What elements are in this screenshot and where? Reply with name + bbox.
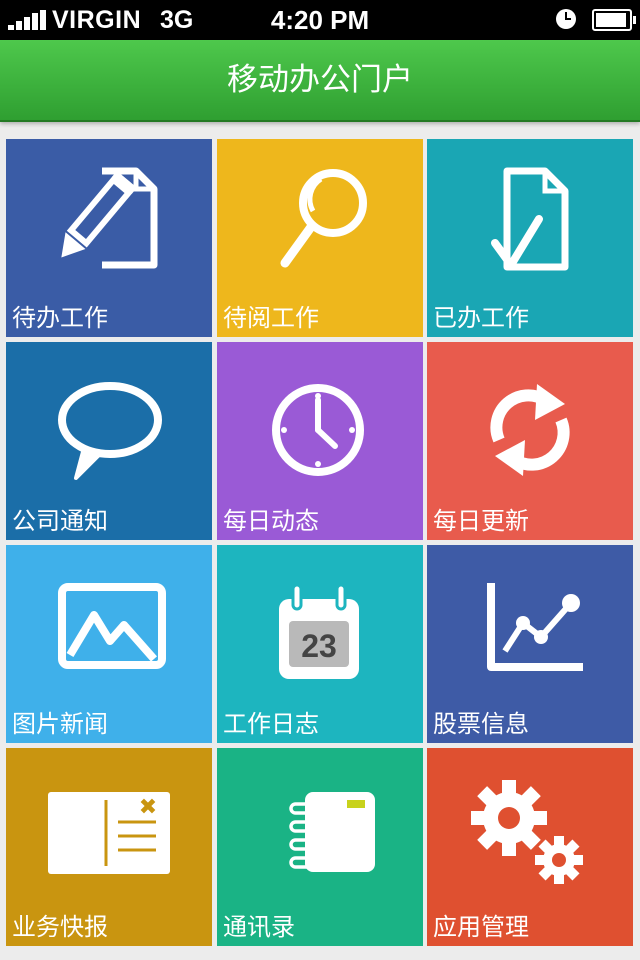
tile-label: 股票信息 [433,710,529,738]
magnifier-icon [280,169,367,268]
tile-to-read-work[interactable]: 待阅工作 [217,139,423,337]
tile-label: 待阅工作 [223,304,319,332]
clock-icon [272,384,364,476]
calendar-day: 23 [301,628,337,664]
tile-label: 应用管理 [433,913,529,941]
tile-label: 每日动态 [223,507,319,535]
document-check-icon [491,167,569,271]
tile-photo-news[interactable]: 图片新闻 [6,545,212,743]
tile-daily-update[interactable]: 每日更新 [427,342,633,540]
gears-icon [471,780,583,884]
tile-label: 通讯录 [223,913,295,941]
postcard-icon: ✖ [48,792,170,874]
tile-pending-work[interactable]: 待办工作 [6,139,212,337]
line-chart-icon [487,583,583,671]
edit-document-icon [61,167,158,269]
address-book-icon [289,792,375,872]
svg-text:✖: ✖ [139,795,157,820]
speech-bubble-icon [58,382,162,480]
tile-work-log[interactable]: 23 工作日志 [217,545,423,743]
tile-label: 图片新闻 [12,710,108,738]
tile-label: 工作日志 [223,710,319,738]
tile-company-notice[interactable]: 公司通知 [6,342,212,540]
picture-icon [58,583,166,669]
calendar-icon: 23 [279,583,359,679]
tile-label: 已办工作 [433,304,529,332]
tile-done-work[interactable]: 已办工作 [427,139,633,337]
tile-grid: 待办工作 待阅工作 已办工作 公司通知 每日动态 每日更新 图片新闻 23 工作… [0,0,640,960]
tile-label: 每日更新 [433,507,529,535]
tile-contacts[interactable]: 通讯录 [217,748,423,946]
tile-stock-info[interactable]: 股票信息 [427,545,633,743]
tile-label: 业务快报 [12,913,108,941]
tile-business-bulletin[interactable]: ✖ 业务快报 [6,748,212,946]
tile-label: 公司通知 [12,507,108,535]
tile-label: 待办工作 [12,304,108,332]
refresh-icon [490,384,570,476]
tile-daily-news[interactable]: 每日动态 [217,342,423,540]
tile-app-management[interactable]: 应用管理 [427,748,633,946]
